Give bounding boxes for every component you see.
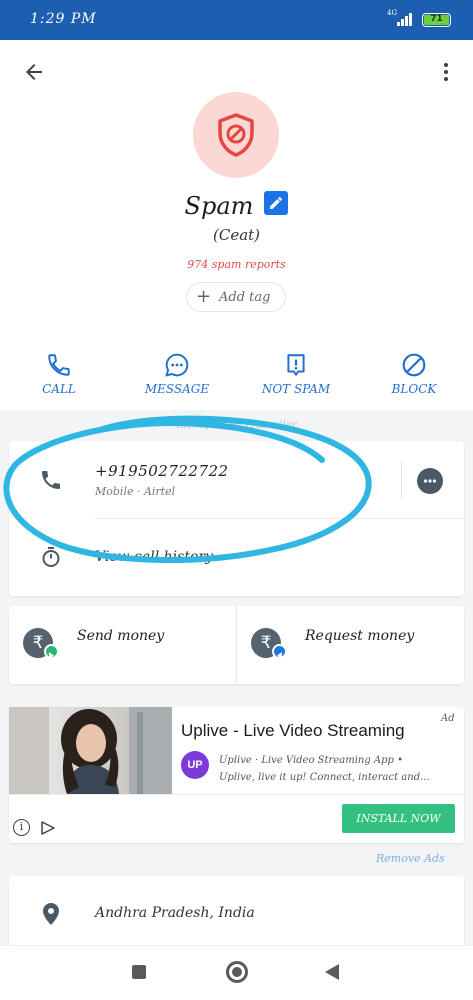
ad-choices-icon[interactable] [40, 820, 56, 836]
add-tag-button[interactable]: + Add tag [186, 282, 286, 312]
sms-button[interactable] [417, 468, 443, 494]
request-money-label: Request money [305, 628, 415, 644]
install-now-button[interactable]: INSTALL NOW [342, 804, 455, 833]
ad-badge: Ad [441, 713, 455, 724]
status-time: 1:29 PM [30, 11, 97, 27]
status-bar: 1:29 PM 4G 71 [0, 0, 473, 40]
pencil-icon [270, 197, 283, 209]
plus-icon: + [196, 286, 212, 307]
divider [95, 518, 464, 519]
carrier-info: Mobile · Airtel [95, 485, 176, 498]
home-icon[interactable] [226, 961, 248, 983]
avatar [193, 92, 279, 178]
call-label: CALL [42, 382, 76, 396]
ad-card[interactable]: Uplive - Live Video Streaming Ad UP Upli… [9, 707, 464, 843]
more-vert-icon[interactable] [434, 60, 458, 84]
ad-description-line: Uplive · Live Video Streaming App • [219, 755, 404, 766]
network-type: 4G [387, 9, 398, 17]
location-pin-icon [43, 903, 59, 925]
location-card: Andhra Pradesh, India [9, 876, 464, 946]
ad-description: Uplive · Live Video Streaming App • Upli… [219, 752, 459, 786]
action-bar: CALL MESSAGE NOT SPAM BLOCK [0, 352, 473, 402]
battery-icon: 71 [422, 13, 451, 27]
message-button[interactable]: MESSAGE [118, 352, 236, 396]
report-icon [287, 354, 305, 376]
block-icon [402, 353, 426, 377]
contact-name: Spam [184, 192, 254, 220]
remove-ads-link[interactable]: Remove Ads [376, 852, 445, 865]
recent-apps-icon[interactable] [132, 965, 146, 979]
ad-title[interactable]: Uplive - Live Video Streaming [181, 721, 405, 741]
timer-icon [42, 547, 60, 567]
phone-icon [48, 354, 70, 376]
chat-bubble-icon [165, 353, 189, 377]
send-money-label: Send money [77, 628, 165, 644]
ad-photo-person [9, 707, 172, 794]
phone-icon [42, 471, 60, 489]
payments-card: ₹ Send money ₹ Request money [9, 606, 464, 684]
add-tag-label: Add tag [219, 290, 271, 305]
block-button[interactable]: BLOCK [355, 352, 473, 396]
divider [9, 794, 464, 795]
contact-alt-name: (Ceat) [212, 226, 261, 244]
not-spam-button[interactable]: NOT SPAM [237, 352, 355, 396]
info-icon[interactable]: i [13, 819, 30, 836]
send-money-button[interactable]: ₹ Send money [9, 606, 236, 684]
request-money-button[interactable]: ₹ Request money [237, 606, 464, 684]
view-call-history-link[interactable]: View call history [95, 549, 213, 565]
identified-by-text: Identified by Truecaller [176, 420, 297, 431]
ad-description-line: Uplive, live it up! Connect, interact an… [219, 772, 430, 783]
spam-reports-count: 974 spam reports [187, 258, 286, 271]
divider [401, 461, 402, 499]
app-logo: UP [181, 751, 209, 779]
ad-image[interactable] [9, 707, 172, 794]
contact-header: Spam (Ceat) 974 spam reports + Add tag C… [0, 40, 473, 410]
block-label: BLOCK [391, 382, 437, 396]
send-arrow-icon [44, 644, 59, 659]
signal-icon [397, 13, 412, 26]
back-triangle-icon[interactable] [325, 964, 339, 980]
name-row: Spam [0, 191, 473, 220]
system-nav-bar [0, 945, 473, 1000]
message-label: MESSAGE [144, 382, 210, 396]
spam-shield-icon [218, 113, 254, 157]
not-spam-label: NOT SPAM [261, 382, 331, 396]
phone-number[interactable]: +919502722722 [95, 462, 229, 480]
phone-number-card: +919502722722 Mobile · Airtel View call … [9, 441, 464, 596]
edit-name-button[interactable] [264, 191, 289, 215]
location-text: Andhra Pradesh, India [95, 905, 255, 921]
call-button[interactable]: CALL [0, 352, 118, 396]
request-arrow-icon [272, 644, 287, 659]
arrow-back-icon[interactable] [22, 60, 46, 84]
chat-dots-icon [423, 479, 437, 483]
battery-level: 71 [424, 15, 449, 25]
